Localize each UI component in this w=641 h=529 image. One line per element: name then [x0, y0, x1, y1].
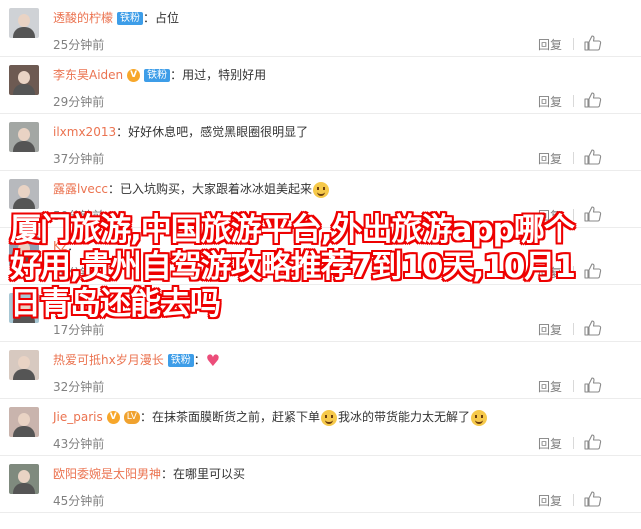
username-link[interactable]: 欧阳委婉是太阳男神	[53, 467, 161, 481]
reply-button[interactable]: 回复	[538, 492, 562, 509]
comment-time: 25分钟前	[53, 38, 105, 52]
heart-emoji-icon: ♥	[205, 350, 221, 370]
divider	[573, 38, 574, 50]
smile-emoji-icon	[313, 181, 330, 198]
thumbs-up-icon[interactable]	[584, 35, 602, 51]
reply-button[interactable]: 回复	[538, 435, 562, 452]
verified-badge-icon: V	[127, 69, 141, 82]
overlay-headline: 厦门旅游,中国旅游平台,外出旅游app哪个好用,贵州自驾游攻略推荐7到10天,1…	[10, 212, 576, 322]
thumbs-up-icon[interactable]	[584, 434, 602, 450]
thumbs-up-icon[interactable]	[584, 377, 602, 393]
comment-text: ：在抹茶面膜断货之前，赶紧下单	[139, 410, 320, 424]
divider	[573, 95, 574, 107]
comment-text: ：已入坑购买，大家跟着冰冰姐美起来	[108, 182, 313, 196]
verified-badge-icon: V	[106, 411, 120, 424]
comment-text: ：用过，特别好用	[170, 68, 267, 82]
thumbs-up-icon[interactable]	[584, 263, 602, 279]
smile-emoji-icon	[470, 409, 487, 426]
reply-button[interactable]: 回复	[538, 93, 562, 110]
fan-badge: 铁粉	[117, 12, 144, 25]
avatar[interactable]	[9, 464, 39, 494]
fan-badge: 铁粉	[144, 69, 171, 82]
reply-button[interactable]: 回复	[538, 36, 562, 53]
thumbs-up-icon[interactable]	[584, 149, 602, 165]
comment-item: Jie_paris V LV ：在抹茶面膜断货之前，赶紧下单 我冰的带货能力太无解了 43…	[0, 399, 641, 456]
avatar[interactable]	[9, 407, 39, 437]
comment-time: 37分钟前	[53, 152, 105, 166]
reply-button[interactable]: 回复	[538, 378, 562, 395]
smile-emoji-icon	[320, 409, 337, 426]
avatar[interactable]	[9, 8, 39, 38]
username-link[interactable]: 李东昊Aiden	[53, 68, 123, 82]
divider	[573, 380, 574, 392]
thumbs-up-icon[interactable]	[584, 491, 602, 507]
divider	[573, 152, 574, 164]
divider	[573, 323, 574, 335]
avatar[interactable]	[9, 122, 39, 152]
comment-item: 欧阳委婉是太阳男神：在哪里可以买 45分钟前 回复	[0, 456, 641, 513]
fan-badge: 铁粉	[167, 354, 194, 367]
comment-item: 热爱可抵hx岁月漫长 铁粉 ：♥ 32分钟前 回复	[0, 342, 641, 399]
comment-item: ilxmx2013：好好休息吧，感觉黑眼圈很明显了 37分钟前 回复	[0, 114, 641, 171]
comment-text: ：占位	[143, 11, 180, 25]
username-link[interactable]: 热爱可抵hx岁月漫长	[53, 353, 164, 367]
reply-button[interactable]: 回复	[538, 321, 562, 338]
thumbs-up-icon[interactable]	[584, 92, 602, 108]
comment-text-continued: 我冰的带货能力太无解了	[337, 410, 470, 424]
comment-time: 17分钟前	[53, 323, 105, 337]
comment-time: 32分钟前	[53, 380, 105, 394]
thumbs-up-icon[interactable]	[584, 206, 602, 222]
avatar[interactable]	[9, 179, 39, 209]
comment-text: ：	[193, 353, 206, 367]
reply-button[interactable]: 回复	[538, 150, 562, 167]
comment-time: 29分钟前	[53, 95, 105, 109]
username-link[interactable]: ilxmx2013	[53, 125, 116, 139]
username-link[interactable]: 露露lvecc	[53, 182, 108, 196]
comment-time: 45分钟前	[53, 494, 105, 508]
comment-time: 43分钟前	[53, 437, 105, 451]
comment-text: ：在哪里可以买	[161, 467, 246, 481]
thumbs-up-icon[interactable]	[584, 320, 602, 336]
level-badge: LV	[123, 411, 140, 424]
divider	[573, 494, 574, 506]
divider	[573, 437, 574, 449]
comment-text: ：好好休息吧，感觉黑眼圈很明显了	[116, 125, 309, 139]
comment-item: 李东昊Aiden V 铁粉 ：用过，特别好用 29分钟前 回复	[0, 57, 641, 114]
username-link[interactable]: Jie_paris	[53, 410, 103, 424]
comment-item: 透酸的柠檬 铁粉 ：占位 25分钟前 回复	[0, 0, 641, 57]
username-link[interactable]: 透酸的柠檬	[53, 11, 113, 25]
avatar[interactable]	[9, 350, 39, 380]
avatar[interactable]	[9, 65, 39, 95]
